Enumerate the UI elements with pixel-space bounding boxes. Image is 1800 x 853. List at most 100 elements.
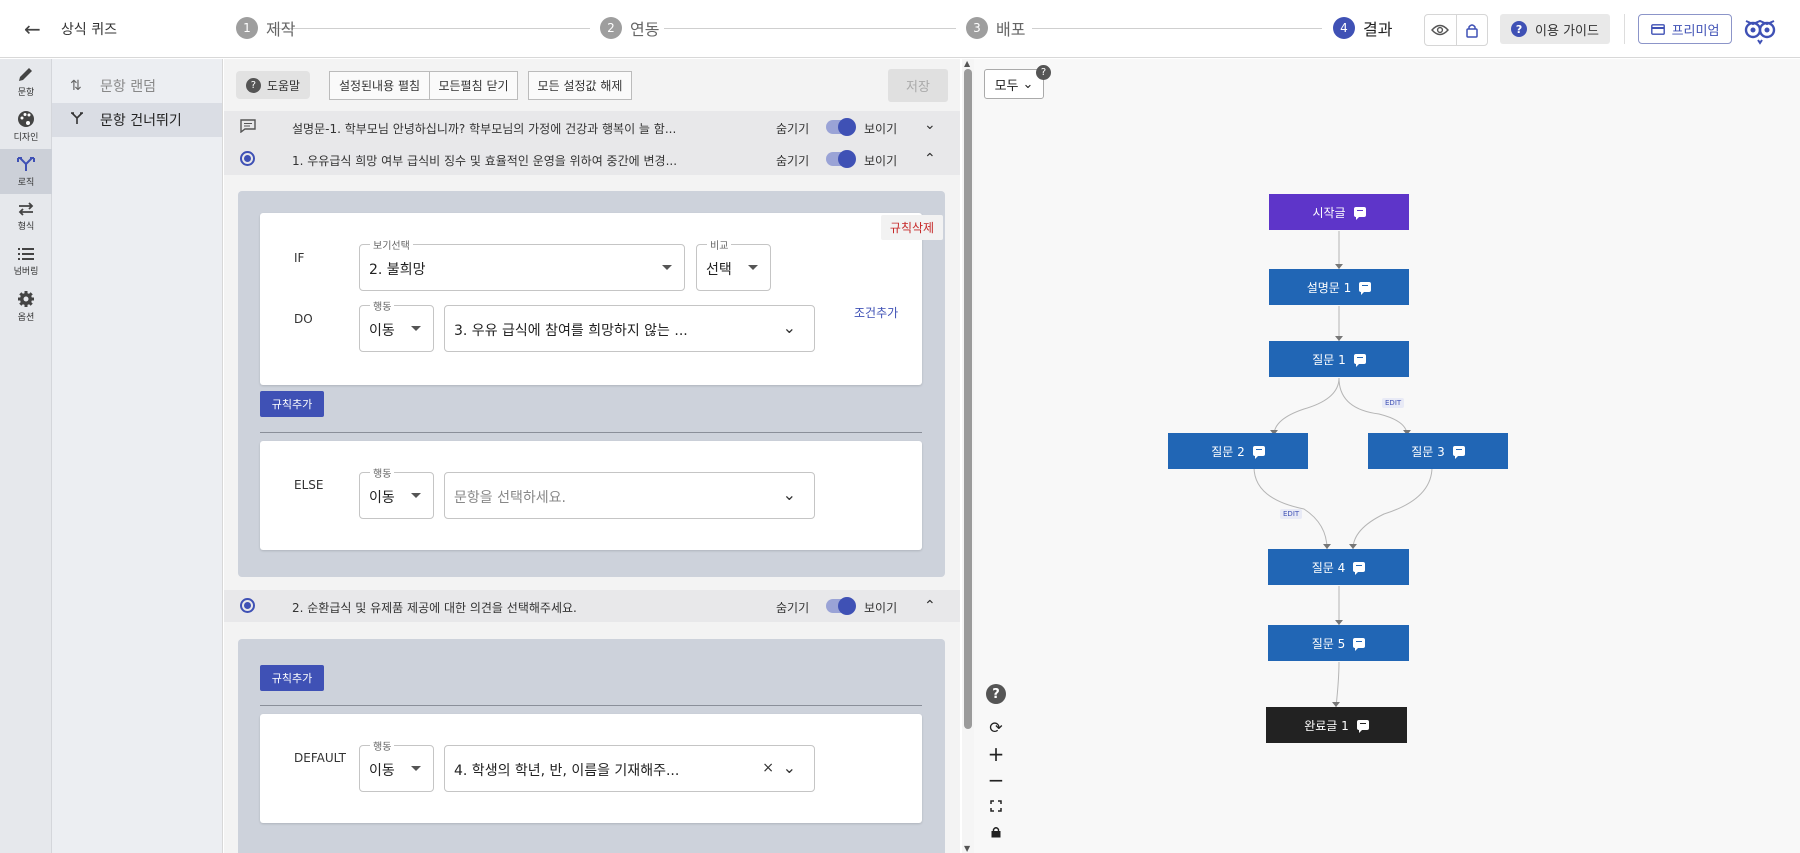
step-number: 1 [236, 17, 258, 39]
default-target-select[interactable]: 4. 학생의 학년, 반, 이름을 기재해주... × ⌄ [444, 745, 815, 792]
flow-node-q3[interactable]: 질문 3 [1368, 433, 1508, 469]
node-label: 질문 5 [1311, 636, 1346, 651]
refresh-icon[interactable]: ⟳ [984, 715, 1008, 739]
help-button[interactable]: ? 도움말 [236, 71, 310, 99]
lock-icon[interactable] [1455, 15, 1488, 45]
radio-selected-icon[interactable] [240, 151, 255, 166]
hide-label: 숨기기 [776, 154, 810, 168]
default-action-select[interactable]: 행동 이동 [359, 738, 434, 792]
toolbar: ? 도움말 설정된내용 펼침 모든펼침 닫기 모든 설정값 해제 저장 [224, 59, 960, 109]
default-target-value: 4. 학생의 학년, 반, 이름을 기재해주... [454, 763, 680, 779]
nav-item-design[interactable]: 디자인 [0, 104, 52, 149]
premium-button[interactable]: 프리미엄 [1638, 14, 1732, 44]
step-number: 2 [600, 17, 622, 39]
edge-edit-tag[interactable]: EDIT [1280, 509, 1303, 519]
pencil-icon [19, 68, 32, 81]
rule-area-q1: 규칙삭제 IF 보기선택 2. 불희망 비교 선택 DO 행동 이동 3. 우유… [238, 191, 945, 577]
guide-button[interactable]: ? 이용 가이드 [1500, 14, 1610, 44]
question-row-1[interactable]: 1. 우유급식 희망 여부 급식비 징수 및 효율적인 운영을 위하여 중간에 … [224, 143, 960, 175]
sub-item-random[interactable]: ⇅ 문항 랜덤 [52, 69, 222, 103]
else-target-placeholder: 문항을 선택하세요. [454, 490, 566, 506]
flow-node-q5[interactable]: 질문 5 [1268, 625, 1409, 661]
flow-node-q1[interactable]: 질문 1 [1269, 341, 1409, 377]
compare-select-label: 비교 [707, 237, 732, 252]
close-icon[interactable]: × [762, 760, 774, 776]
shuffle-icon: ⇅ [70, 78, 82, 94]
step-create[interactable]: 1 제작 [236, 16, 295, 40]
nav-item-options[interactable]: 옵션 [0, 284, 52, 329]
node-label: 질문 1 [1312, 352, 1346, 367]
eye-icon[interactable] [1425, 15, 1456, 45]
chevron-up-icon[interactable]: ⌃ [924, 151, 936, 167]
description-row[interactable]: 설명문-1. 학부모님 안녕하십니까? 학부모님의 가정에 건강과 행복이 늘 … [224, 111, 960, 143]
fit-view-icon[interactable] [984, 794, 1008, 818]
nav-item-logic[interactable]: 로직 [0, 149, 52, 194]
choice-select[interactable]: 보기선택 2. 불희망 [359, 237, 685, 291]
list-icon [18, 248, 34, 260]
else-action-select[interactable]: 행동 이동 [359, 465, 434, 519]
flow-node-start[interactable]: 시작글 [1269, 194, 1409, 230]
zoom-out-icon[interactable]: − [984, 768, 1008, 792]
add-rule-button[interactable]: 규칙추가 [260, 391, 324, 417]
nav-item-numbering[interactable]: 넘버링 [0, 239, 52, 284]
action-select[interactable]: 행동 이동 [359, 298, 434, 352]
else-action-value: 이동 [369, 490, 395, 506]
sub-item-label: 문항 랜덤 [100, 79, 156, 95]
nav-item-label: 디자인 [13, 133, 39, 143]
scrollbar-thumb[interactable] [964, 69, 972, 729]
edge-edit-tag[interactable]: EDIT [1382, 398, 1405, 408]
target-question-select[interactable]: 3. 우유 급식에 참여를 희망하지 않는 ... ⌄ [444, 305, 815, 352]
visibility-toggle[interactable] [826, 150, 856, 168]
flow-node-q4[interactable]: 질문 4 [1268, 549, 1409, 585]
reset-all-button[interactable]: 모든 설정값 해제 [528, 71, 632, 100]
node-label: 질문 2 [1211, 444, 1245, 459]
show-label: 보이기 [864, 122, 898, 136]
collapse-all-button[interactable]: 모든펼침 닫기 [429, 71, 518, 100]
guide-label: 이용 가이드 [1535, 23, 1599, 39]
scroll-up-icon[interactable]: ▲ [964, 59, 970, 68]
question-row-2[interactable]: 2. 순환급식 및 유제품 제공에 대한 의견을 선택해주세요. 숨기기 보이기… [224, 590, 960, 622]
visibility-toggle[interactable] [826, 597, 856, 615]
app-title: 상식 퀴즈 [61, 22, 117, 38]
save-button[interactable]: 저장 [888, 69, 948, 102]
node-label: 시작글 [1312, 205, 1346, 220]
do-label: DO [294, 312, 313, 326]
add-rule-button[interactable]: 규칙추가 [260, 665, 324, 691]
caret-down-icon [411, 766, 421, 771]
else-target-select[interactable]: 문항을 선택하세요. ⌄ [444, 472, 815, 519]
nav-item-format[interactable]: 형식 [0, 194, 52, 239]
compare-select[interactable]: 비교 선택 [696, 237, 771, 291]
visibility-toggle[interactable] [826, 118, 856, 136]
nav-item-label: 넘버링 [13, 267, 39, 277]
arrow-left-icon[interactable]: ← [24, 17, 41, 41]
nav-item-questions[interactable]: 문항 [0, 59, 52, 104]
else-action-label: 행동 [370, 465, 395, 480]
comment-icon [1452, 446, 1465, 459]
step-deploy[interactable]: 3 배포 [966, 16, 1025, 40]
lock-icon[interactable] [984, 820, 1008, 844]
radio-selected-icon[interactable] [240, 598, 255, 613]
sub-item-skip[interactable]: 문항 건너뛰기 [52, 103, 222, 137]
show-label: 보이기 [864, 601, 898, 615]
step-result[interactable]: 4 결과 [1333, 16, 1392, 40]
caret-down-icon [411, 326, 421, 331]
delete-rule-button[interactable]: 규칙삭제 [881, 215, 943, 240]
flow-node-desc1[interactable]: 설명문 1 [1269, 269, 1409, 305]
scrollbar[interactable]: ▲ ▼ [962, 59, 974, 853]
sub-item-label: 문항 건너뛰기 [100, 113, 182, 129]
expand-configured-button[interactable]: 설정된내용 펼침 [329, 71, 430, 100]
chevron-up-icon[interactable]: ⌃ [924, 598, 936, 614]
add-condition-button[interactable]: 조건추가 [854, 304, 898, 321]
question-icon: ? [1511, 21, 1528, 37]
scroll-down-icon[interactable]: ▼ [964, 844, 970, 853]
divider [260, 705, 922, 706]
chevron-down-icon[interactable]: ⌄ [924, 117, 936, 133]
flow-node-q2[interactable]: 질문 2 [1168, 433, 1308, 469]
step-connector [272, 28, 590, 29]
question-icon[interactable]: ? [986, 684, 1006, 704]
zoom-in-icon[interactable]: + [984, 742, 1008, 766]
flow-node-end[interactable]: 완료글 1 [1266, 707, 1407, 743]
step-integrate[interactable]: 2 연동 [600, 16, 659, 40]
chevron-down-icon: ⌄ [782, 485, 796, 504]
default-action-value: 이동 [369, 763, 395, 779]
